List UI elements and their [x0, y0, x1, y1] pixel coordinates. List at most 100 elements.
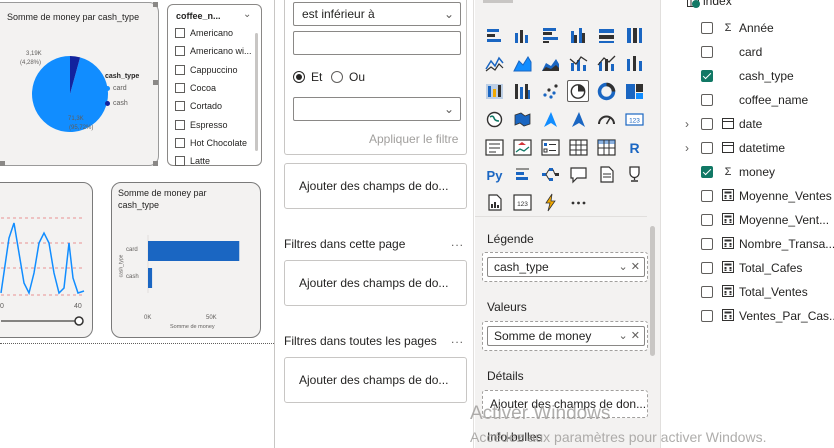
table-icon[interactable]	[567, 136, 589, 158]
line-chart-visual[interactable]: 0 40	[0, 182, 93, 338]
data-pane[interactable]: index Σ Année card cash_type coffee_name › dat…	[660, 0, 834, 448]
slicer-item[interactable]: Latte	[175, 154, 210, 168]
viz-scrollbar[interactable]	[650, 226, 655, 356]
card-icon[interactable]: 123	[623, 108, 645, 130]
checkbox[interactable]	[701, 22, 713, 34]
power-apps-icon[interactable]: 123	[511, 191, 533, 213]
pie-chart-icon[interactable]	[567, 80, 589, 102]
add-data-fields-drop-2[interactable]: Ajouter des champs de do...	[284, 260, 467, 306]
page-filters-more-icon[interactable]: ...	[451, 235, 464, 249]
pill-controls[interactable]: ⌄ ✕	[619, 260, 641, 273]
azure-map-icon[interactable]	[539, 108, 561, 130]
python-visual-icon[interactable]: Py	[483, 163, 505, 185]
field-row[interactable]: Σmoney	[661, 162, 834, 182]
close-icon[interactable]: ✕	[631, 261, 640, 273]
field-row[interactable]: Total_Cafes	[661, 258, 834, 278]
slicer-item[interactable]: Espresso	[175, 118, 228, 132]
resize-handle[interactable]	[153, 161, 158, 166]
radio-or[interactable]: Ou	[331, 70, 365, 84]
checkbox[interactable]	[701, 214, 713, 226]
pill-controls[interactable]: ⌄ ✕	[619, 329, 641, 342]
r-visual-icon[interactable]: R	[623, 136, 645, 158]
checkbox[interactable]	[175, 137, 185, 148]
checkbox[interactable]	[701, 46, 713, 58]
field-row[interactable]: › datetime	[661, 138, 834, 158]
field-row[interactable]: Ventes_Par_Cas...	[661, 306, 834, 326]
checkbox[interactable]	[701, 286, 713, 298]
bar-cash[interactable]	[148, 268, 153, 288]
100-bar-icon[interactable]	[595, 24, 617, 46]
treemap-icon[interactable]	[623, 80, 645, 102]
report-canvas[interactable]: Somme de money par cash_type 3,19K (4,28…	[0, 0, 274, 448]
field-row[interactable]: Moyenne_Ventes	[661, 186, 834, 206]
table-header[interactable]: index	[687, 0, 732, 8]
map-icon[interactable]	[483, 108, 505, 130]
decomposition-tree-icon[interactable]	[539, 163, 561, 185]
second-condition-select[interactable]: ⌄	[293, 97, 461, 121]
area-chart-icon[interactable]	[511, 52, 533, 74]
checkbox-checked[interactable]	[701, 166, 713, 178]
checkbox[interactable]	[701, 190, 713, 202]
pie-legend-item-cash[interactable]: cash	[105, 100, 128, 107]
field-row[interactable]: Σ Année	[661, 18, 834, 38]
slicer-item[interactable]: Hot Chocolate	[175, 136, 247, 150]
slicer-item[interactable]: Cocoa	[175, 81, 216, 95]
slicer-item[interactable]: Americano	[175, 26, 233, 40]
visualizations-pane[interactable]: 123 R Py 123 Légende cash_type ⌄ ✕ Valeurs …	[475, 0, 660, 448]
close-icon[interactable]: ✕	[631, 330, 640, 342]
chevron-down-icon[interactable]: ⌄	[619, 330, 628, 342]
funnel-icon[interactable]	[511, 80, 533, 102]
checkbox[interactable]	[175, 64, 185, 75]
slicer-icon[interactable]	[539, 136, 561, 158]
line-chart-icon[interactable]	[483, 52, 505, 74]
legend-well[interactable]: cash_type ⌄ ✕	[482, 252, 648, 282]
field-row[interactable]: card	[661, 42, 834, 62]
filled-map-icon[interactable]	[511, 108, 533, 130]
stacked-area-icon[interactable]	[539, 52, 561, 74]
checkbox[interactable]	[175, 119, 185, 130]
scatter-icon[interactable]	[539, 80, 561, 102]
resize-handle[interactable]	[153, 2, 158, 7]
more-visuals-icon[interactable]	[567, 191, 589, 213]
field-row[interactable]: Total_Ventes	[661, 282, 834, 302]
checkbox[interactable]	[175, 82, 185, 93]
checkbox[interactable]	[701, 262, 713, 274]
paginated-report-icon[interactable]	[483, 191, 505, 213]
stacked-bar-icon[interactable]	[483, 24, 505, 46]
key-influencers-icon[interactable]	[511, 163, 533, 185]
bar-card[interactable]	[148, 241, 240, 261]
checkbox-checked[interactable]	[701, 70, 713, 82]
checkbox[interactable]	[701, 118, 713, 130]
pie-legend-item-card[interactable]: card	[105, 85, 127, 92]
trophy-icon[interactable]	[623, 163, 645, 185]
slicer-item[interactable]: Cortado	[175, 99, 222, 113]
chevron-down-icon[interactable]: ⌄	[243, 9, 251, 20]
field-row[interactable]: Nombre_Transa...	[661, 234, 834, 254]
donut-chart-icon[interactable]	[595, 80, 617, 102]
power-automate-icon[interactable]	[539, 191, 561, 213]
field-row[interactable]: Moyenne_Vent...	[661, 210, 834, 230]
resize-handle[interactable]	[153, 80, 158, 85]
gauge-icon[interactable]	[595, 108, 617, 130]
clustered-column-icon[interactable]	[567, 24, 589, 46]
add-data-fields-drop-1[interactable]: Ajouter des champs de do...	[284, 163, 467, 209]
bar-chart-visual[interactable]: Somme de money par cash_type cash_type c…	[111, 182, 261, 338]
arrow-icon[interactable]	[567, 108, 589, 130]
field-row[interactable]: › date	[661, 114, 834, 134]
checkbox[interactable]	[175, 46, 185, 57]
all-pages-filters-more-icon[interactable]: ...	[451, 332, 464, 346]
line-column-icon[interactable]	[567, 52, 589, 74]
slicer-scrollbar[interactable]	[255, 33, 258, 151]
ribbon-chart-icon[interactable]	[623, 52, 645, 74]
checkbox[interactable]	[701, 238, 713, 250]
clustered-bar-icon[interactable]	[539, 24, 561, 46]
stacked-column-icon[interactable]	[511, 24, 533, 46]
slicer-item[interactable]: Americano wi...	[175, 44, 252, 58]
matrix-icon[interactable]	[595, 136, 617, 158]
values-field-pill[interactable]: Somme de money ⌄ ✕	[487, 326, 645, 346]
checkbox[interactable]	[701, 94, 713, 106]
field-row[interactable]: coffee_name	[661, 90, 834, 110]
radio-and[interactable]: Et	[293, 70, 322, 84]
condition-select[interactable]: est inférieur à ⌄	[293, 2, 461, 26]
kpi-icon[interactable]	[511, 136, 533, 158]
